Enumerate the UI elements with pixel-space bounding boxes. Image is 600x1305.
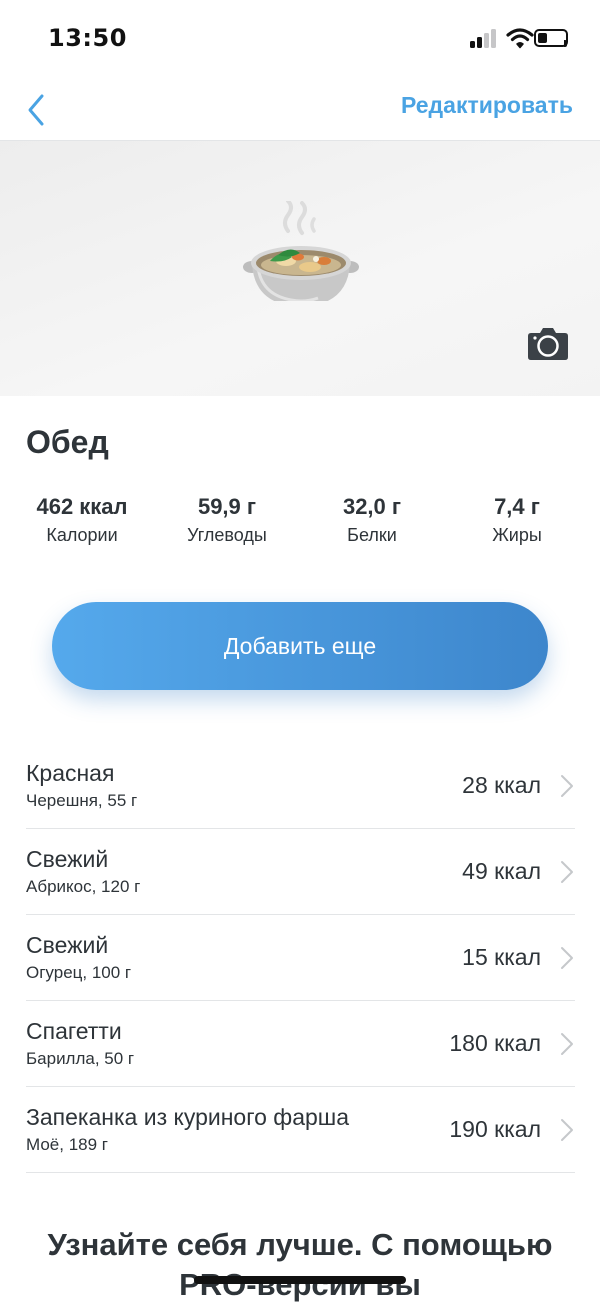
chevron-right-icon <box>561 947 573 969</box>
chevron-right-icon <box>561 1119 573 1141</box>
food-name: Красная <box>26 760 115 786</box>
food-list: Красная Черешня, 55 г 28 ккал Свежий Абр… <box>26 743 575 1173</box>
food-calories: 190 ккал <box>449 1116 541 1142</box>
food-item[interactable]: Красная Черешня, 55 г 28 ккал <box>26 743 575 829</box>
food-calories: 28 ккал <box>462 772 541 798</box>
nutrient-label: Калории <box>46 525 118 545</box>
food-item[interactable]: Свежий Абрикос, 120 г 49 ккал <box>26 829 575 915</box>
edit-button[interactable]: Редактировать <box>401 92 573 119</box>
food-description: Моё, 189 г <box>26 1135 108 1154</box>
food-calories: 49 ккал <box>462 858 541 884</box>
nutrient-fat: 7,4 г Жиры <box>447 492 587 548</box>
camera-icon <box>528 328 568 360</box>
nutrient-value: 7,4 г <box>494 494 540 519</box>
nutrients-summary: 462 ккал Калории 59,9 г Углеводы 32,0 г … <box>0 492 600 552</box>
nutrient-label: Жиры <box>492 525 542 545</box>
nutrient-carbs: 59,9 г Углеводы <box>157 492 297 548</box>
add-more-button[interactable]: Добавить еще <box>52 602 548 690</box>
back-button[interactable] <box>22 90 54 130</box>
status-time: 13:50 <box>48 24 127 52</box>
food-name: Свежий <box>26 846 109 872</box>
chevron-right-icon <box>561 861 573 883</box>
status-icons <box>462 26 572 52</box>
food-name: Спагетти <box>26 1018 122 1044</box>
nutrient-value: 462 ккал <box>36 494 128 519</box>
meal-title: Обед <box>26 424 109 460</box>
food-item[interactable]: Запеканка из куриного фарша Моё, 189 г 1… <box>26 1087 575 1173</box>
chevron-left-icon <box>28 94 44 126</box>
signal-icon <box>470 26 502 50</box>
chevron-right-icon <box>561 775 573 797</box>
pot-of-food-icon <box>243 201 359 301</box>
nutrient-protein: 32,0 г Белки <box>302 492 442 548</box>
nutrient-value: 32,0 г <box>342 494 402 519</box>
food-description: Черешня, 55 г <box>26 791 138 810</box>
pro-promo-text: Узнайте себя лучше. С помощью PRO-версии… <box>47 1227 553 1302</box>
food-description: Огурец, 100 г <box>26 963 132 982</box>
battery-icon <box>534 29 568 47</box>
food-item[interactable]: Спагетти Барилла, 50 г 180 ккал <box>26 1001 575 1087</box>
status-bar: 13:50 <box>0 0 600 76</box>
camera-button[interactable] <box>527 327 569 361</box>
food-name: Запеканка из куриного фарша <box>26 1104 350 1130</box>
food-calories: 15 ккал <box>462 944 541 970</box>
nutrient-label: Углеводы <box>187 525 267 545</box>
food-name: Свежий <box>26 932 109 958</box>
food-item[interactable]: Свежий Огурец, 100 г 15 ккал <box>26 915 575 1001</box>
nutrient-label: Белки <box>347 525 397 545</box>
chevron-right-icon <box>561 1033 573 1055</box>
nutrient-value: 59,9 г <box>197 494 257 519</box>
wifi-icon <box>506 28 534 49</box>
food-calories: 180 ккал <box>449 1030 541 1056</box>
nav-bar: Редактировать <box>0 76 600 141</box>
nutrient-calories: 462 ккал Калории <box>12 492 152 548</box>
meal-photo-area[interactable] <box>0 141 600 396</box>
home-indicator[interactable] <box>194 1276 406 1284</box>
food-description: Барилла, 50 г <box>26 1049 135 1068</box>
food-description: Абрикос, 120 г <box>26 877 141 896</box>
